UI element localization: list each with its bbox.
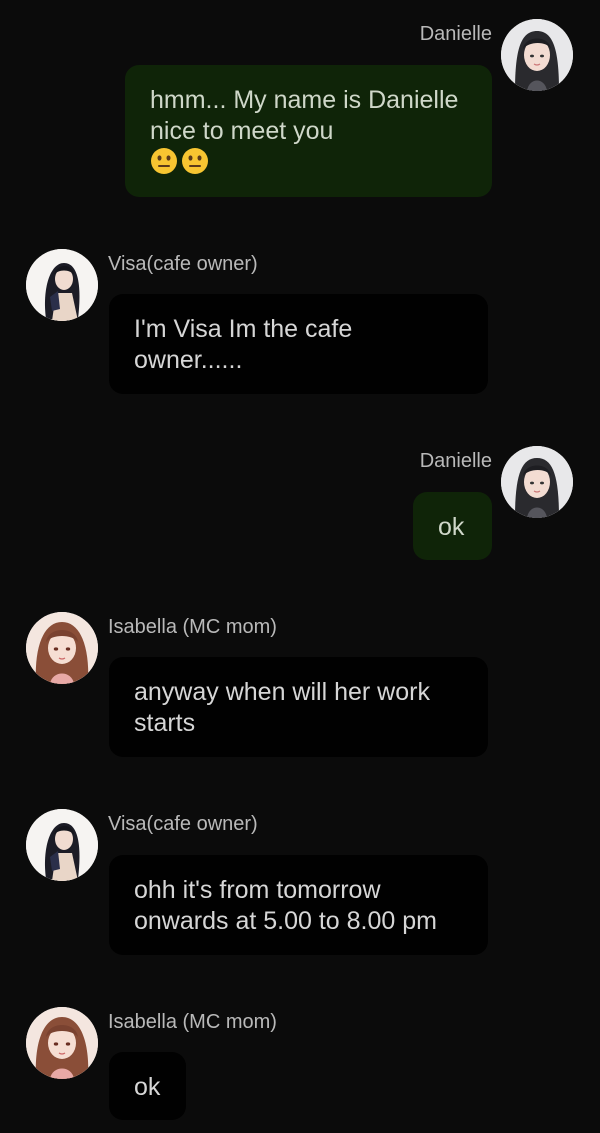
sender-name: Visa(cafe owner) [108, 813, 258, 835]
message-text: I'm Visa Im the cafe owner...... [134, 315, 353, 374]
message-text: anyway when will her work starts [134, 678, 430, 737]
sender-name: Danielle [419, 23, 492, 45]
sender-name: Visa(cafe owner) [108, 253, 258, 275]
message-bubble[interactable]: anyway when will her work starts [109, 657, 488, 757]
isabella-avatar[interactable] [26, 1007, 98, 1079]
danielle-avatar[interactable] [501, 19, 573, 91]
chat-thread: Danielle hmm... My name is Danielle nice… [0, 0, 600, 1133]
message-bubble[interactable]: ok [109, 1052, 186, 1120]
neutral-face-icon [182, 148, 208, 174]
sender-name: Danielle [419, 450, 492, 472]
message-text: ok [134, 1073, 161, 1101]
message-bubble[interactable]: I'm Visa Im the cafe owner...... [109, 294, 488, 394]
isabella-avatar[interactable] [26, 612, 98, 684]
sender-name: Isabella (MC mom) [108, 1011, 277, 1033]
message-text: ohh it's from tomorrow onwards at 5.00 t… [134, 876, 437, 935]
neutral-face-icon [151, 148, 177, 174]
message-text: hmm... My name is Danielle nice to meet … [150, 86, 459, 145]
message-text: ok [438, 513, 465, 541]
message-bubble[interactable]: hmm... My name is Danielle nice to meet … [125, 65, 492, 197]
message-bubble[interactable]: ohh it's from tomorrow onwards at 5.00 t… [109, 855, 488, 955]
visa-avatar[interactable] [26, 809, 98, 881]
message-bubble[interactable]: ok [413, 492, 492, 560]
danielle-avatar[interactable] [501, 446, 573, 518]
visa-avatar[interactable] [26, 249, 98, 321]
sender-name: Isabella (MC mom) [108, 616, 277, 638]
